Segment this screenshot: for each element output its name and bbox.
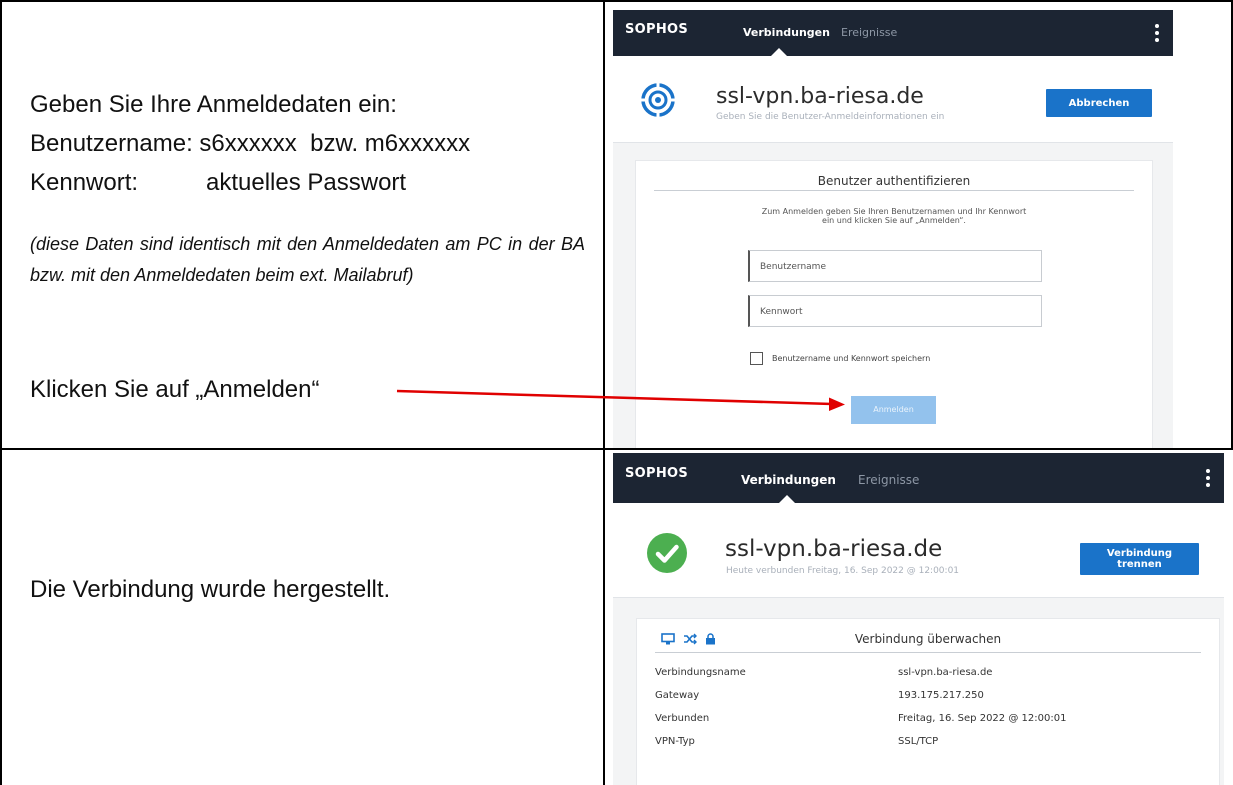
arrow-to-login-button: [396, 389, 845, 411]
